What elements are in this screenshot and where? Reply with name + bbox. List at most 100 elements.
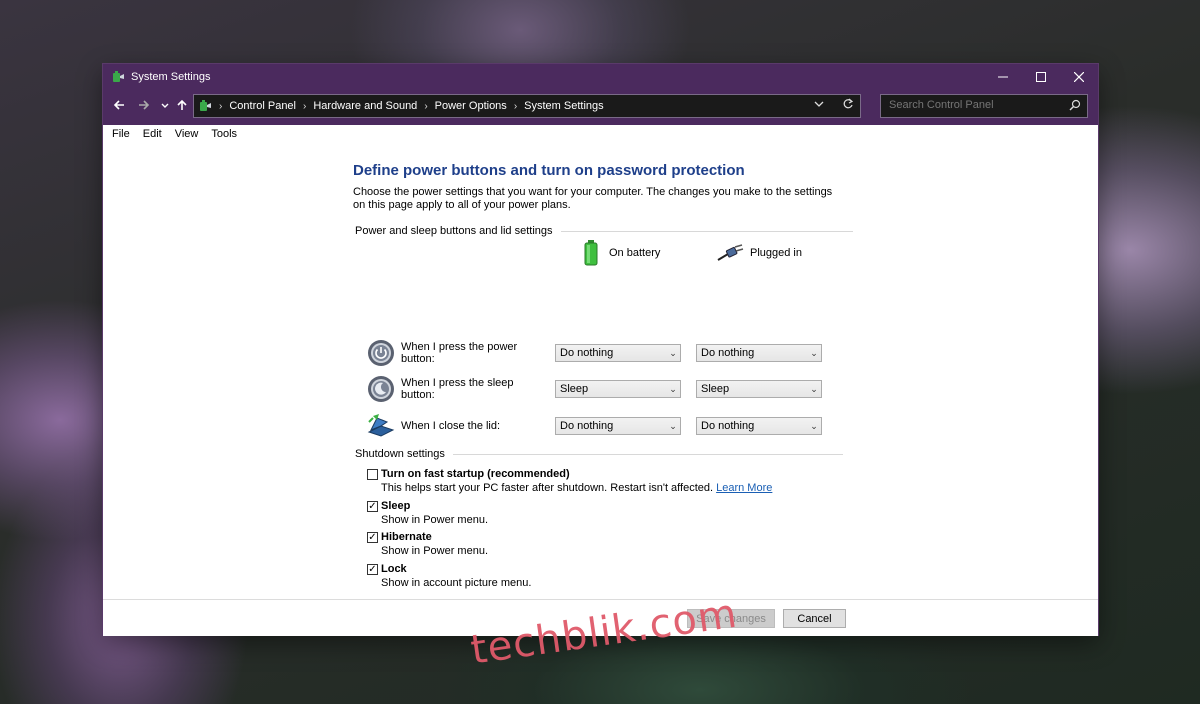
window-controls [984, 64, 1098, 89]
breadcrumb-separator-icon: › [513, 100, 518, 112]
sleep-option: ✓ Sleep Show in Power menu. [367, 500, 488, 526]
sleep-button-row: When I press the sleep button: [367, 375, 549, 403]
shutdown-group-title: Shutdown settings [355, 448, 445, 460]
sleep-button-label: When I press the sleep button: [401, 377, 514, 401]
address-bar-actions [814, 98, 854, 110]
up-button[interactable] [174, 99, 190, 114]
breadcrumb-hardware-and-sound[interactable]: Hardware and Sound [313, 100, 417, 112]
fast-startup-description: This helps start your PC faster after sh… [381, 482, 714, 494]
refresh-icon[interactable] [842, 98, 854, 110]
search-icon[interactable] [1069, 99, 1081, 111]
lock-title: Lock [381, 563, 407, 575]
select-value: Sleep [701, 383, 730, 395]
maximize-button[interactable] [1022, 64, 1060, 89]
chevron-down-icon: ⌄ [669, 383, 677, 394]
chevron-down-icon: ⌄ [810, 347, 818, 358]
power-button-row: When I press the power button: [367, 339, 549, 367]
menu-edit[interactable]: Edit [143, 128, 162, 140]
cancel-button[interactable]: Cancel [783, 609, 846, 628]
select-value: Do nothing [701, 347, 755, 359]
power-group-title: Power and sleep buttons and lid settings [355, 225, 553, 237]
page-title: Define power buttons and turn on passwor… [353, 162, 745, 179]
column-on-battery: On battery [583, 240, 660, 266]
minimize-button[interactable] [984, 64, 1022, 89]
chevron-down-icon: ⌄ [810, 383, 818, 394]
forward-button[interactable] [136, 99, 152, 114]
sleep-description: Show in Power menu. [381, 514, 488, 526]
main-content: Define power buttons and turn on passwor… [353, 162, 853, 589]
select-value: Sleep [560, 383, 589, 395]
title-bar[interactable]: System Settings [103, 64, 1098, 89]
group-divider [560, 230, 853, 232]
close-icon [1074, 71, 1084, 82]
navigation-bar: › Control Panel › Hardware and Sound › P… [103, 89, 1098, 125]
breadcrumb-control-panel[interactable]: Control Panel [229, 100, 296, 112]
power-plug-icon [717, 244, 744, 261]
battery-icon [584, 240, 598, 266]
power-button-icon [368, 340, 394, 366]
lock-checkbox[interactable]: ✓ [367, 564, 378, 575]
chevron-down-icon: ⌄ [669, 420, 677, 431]
chevron-down-icon: ⌄ [810, 420, 818, 431]
page-description: Choose the power settings that you want … [353, 186, 833, 211]
back-arrow-icon [113, 100, 124, 110]
sleep-button-battery-select[interactable]: Sleep ⌄ [555, 380, 681, 398]
hibernate-description: Show in Power menu. [381, 545, 488, 557]
breadcrumb-power-options[interactable]: Power Options [435, 100, 507, 112]
control-panel-icon [200, 100, 211, 111]
chevron-down-icon: ⌄ [669, 347, 677, 358]
laptop-lid-icon [367, 414, 395, 437]
menu-bar: File Edit View Tools [103, 125, 1098, 142]
shutdown-group-header: Shutdown settings [355, 448, 843, 460]
close-button[interactable] [1060, 64, 1098, 89]
power-button-plugged-select[interactable]: Do nothing ⌄ [696, 344, 822, 362]
hibernate-title: Hibernate [381, 531, 432, 543]
breadcrumb-separator-icon: › [219, 100, 223, 112]
close-lid-row: When I close the lid: [367, 412, 549, 440]
fast-startup-title: Turn on fast startup (recommended) [381, 468, 570, 480]
sleep-checkbox[interactable]: ✓ [367, 501, 378, 512]
fast-startup-checkbox[interactable] [367, 469, 378, 480]
sleep-title: Sleep [381, 500, 411, 512]
lock-description: Show in account picture menu. [381, 577, 532, 589]
back-button[interactable] [111, 99, 127, 114]
sleep-button-plugged-select[interactable]: Sleep ⌄ [696, 380, 822, 398]
close-lid-battery-select[interactable]: Do nothing ⌄ [555, 417, 681, 435]
minimize-icon [998, 76, 1008, 77]
fast-startup-option: Turn on fast startup (recommended) This … [367, 468, 772, 494]
power-group-header: Power and sleep buttons and lid settings [353, 225, 853, 237]
close-lid-label: When I close the lid: [401, 420, 501, 432]
menu-view[interactable]: View [175, 128, 199, 140]
breadcrumb-separator-icon: › [303, 100, 307, 112]
select-value: Do nothing [701, 420, 755, 432]
power-options-app-icon [113, 70, 124, 82]
address-bar[interactable]: › Control Panel › Hardware and Sound › P… [193, 94, 861, 118]
lock-option: ✓ Lock Show in account picture menu. [367, 563, 531, 589]
close-lid-plugged-select[interactable]: Do nothing ⌄ [696, 417, 822, 435]
search-input[interactable] [887, 98, 1061, 112]
power-button-battery-select[interactable]: Do nothing ⌄ [555, 344, 681, 362]
select-value: Do nothing [560, 347, 614, 359]
search-box[interactable] [880, 94, 1088, 118]
menu-tools[interactable]: Tools [211, 128, 237, 140]
breadcrumb-system-settings[interactable]: System Settings [524, 100, 603, 112]
plugged-in-label: Plugged in [750, 247, 802, 259]
select-value: Do nothing [560, 420, 614, 432]
forward-arrow-icon [139, 100, 150, 110]
system-settings-window: System Settings › Control Panel › Hardwa… [103, 64, 1098, 636]
hibernate-option: ✓ Hibernate Show in Power menu. [367, 531, 488, 557]
menu-file[interactable]: File [112, 128, 130, 140]
column-plugged-in: Plugged in [716, 244, 802, 262]
chevron-down-icon [161, 103, 169, 108]
group-divider [452, 453, 843, 455]
sleep-button-icon [368, 376, 394, 402]
recent-locations-button[interactable] [157, 99, 173, 114]
address-dropdown-icon[interactable] [814, 98, 824, 110]
breadcrumb-separator-icon: › [424, 100, 428, 112]
hibernate-checkbox[interactable]: ✓ [367, 532, 378, 543]
on-battery-label: On battery [609, 247, 661, 259]
learn-more-link[interactable]: Learn More [716, 482, 772, 494]
power-button-label: When I press the power button: [401, 341, 518, 365]
maximize-icon [1036, 71, 1046, 82]
up-arrow-icon [177, 99, 187, 110]
